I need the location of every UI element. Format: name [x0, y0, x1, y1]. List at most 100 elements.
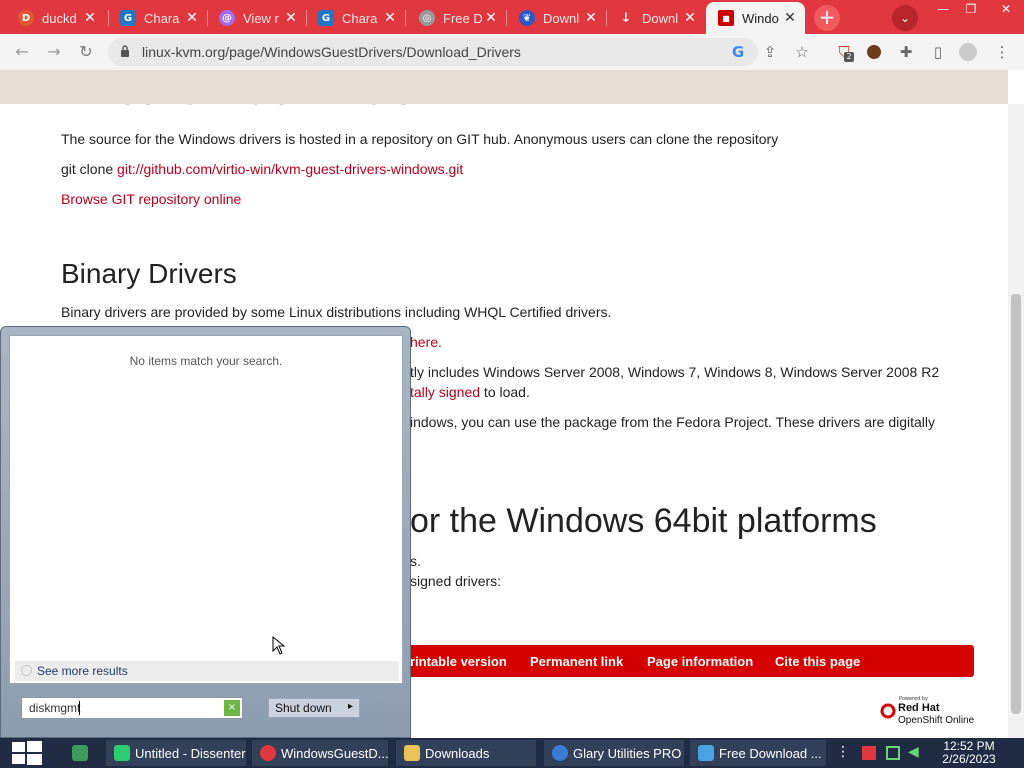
reload-button[interactable]: ↻ — [74, 41, 98, 63]
network-icon[interactable] — [886, 746, 900, 760]
tab-chara-1[interactable]: G Chara ✕ — [108, 2, 207, 34]
tab-duckduckgo[interactable]: D duckd ✕ — [6, 2, 105, 34]
close-tab-icon[interactable]: ✕ — [482, 10, 500, 26]
tab-title: Downl — [543, 10, 580, 26]
tab-strip: D duckd ✕ G Chara ✕ @ View r ✕ G Chara ✕… — [0, 0, 1024, 34]
paragraph-includes: tly includes Windows Server 2008, Window… — [410, 364, 940, 380]
google-icon[interactable]: G — [728, 42, 748, 62]
extension-badge: 2 — [844, 52, 854, 62]
tab-free-d[interactable]: ◎ Free D ✕ — [407, 2, 506, 34]
tab-windows-drivers[interactable]: ■ Windo ✕ — [706, 2, 805, 34]
close-tab-icon[interactable]: ✕ — [582, 10, 600, 26]
action-center-flag-icon[interactable] — [862, 746, 876, 760]
paragraph-signed: tally signed to load. — [410, 384, 530, 400]
taskbar-item-chrome[interactable]: WindowsGuestD... — [252, 740, 388, 766]
new-tab-button[interactable]: + — [814, 5, 840, 31]
permanent-link[interactable]: Permanent link — [530, 654, 623, 669]
scrollbar-thumb[interactable] — [1011, 294, 1021, 714]
redhat-text: Red Hat — [898, 702, 940, 714]
menu-kebab-icon[interactable]: ⋮ — [992, 42, 1012, 62]
page-icon: G — [120, 10, 136, 26]
taskbar-item-free-download[interactable]: Free Download ... — [690, 740, 826, 766]
show-desktop-icon[interactable] — [72, 740, 92, 766]
magnifier-icon — [21, 665, 32, 676]
taskbar-label: Untitled - Dissenter — [135, 745, 246, 761]
close-tab-icon[interactable]: ✕ — [81, 10, 99, 26]
taskbar: Untitled - Dissenter WindowsGuestD... Do… — [0, 738, 1024, 768]
download-manager-icon — [698, 745, 714, 761]
paragraph-binary: Binary drivers are provided by some Linu… — [61, 304, 612, 320]
close-tab-icon[interactable]: ✕ — [681, 10, 699, 26]
volume-icon[interactable]: ◀ — [908, 745, 922, 759]
see-more-results[interactable]: See more results — [15, 661, 399, 681]
browser-toolbar: ← → ↻ linux-kvm.org/page/WindowsGuestDri… — [0, 34, 1024, 70]
close-tab-icon[interactable]: ✕ — [183, 10, 201, 26]
text-caret — [79, 701, 80, 715]
shutdown-options-arrow-icon[interactable]: ▸ — [348, 701, 353, 712]
no-results-message: No items match your search. — [129, 354, 283, 368]
taskbar-item-downloads[interactable]: Downloads — [396, 740, 536, 766]
minimize-button[interactable]: — — [928, 0, 958, 20]
page-information-link[interactable]: Page information — [647, 654, 753, 669]
paragraph-git-clone: git clone git://github.com/virtio-win/kv… — [61, 161, 463, 177]
taskbar-item-dissenter[interactable]: Untitled - Dissenter — [106, 740, 246, 766]
tab-title: duckd — [42, 10, 77, 26]
digitally-signed-link[interactable]: tally signed — [410, 384, 480, 400]
bookmark-star-icon[interactable]: ☆ — [792, 42, 812, 62]
extension-face-icon[interactable] — [864, 42, 884, 62]
close-tab-icon[interactable]: ✕ — [781, 10, 799, 26]
clear-search-icon[interactable]: × — [224, 700, 240, 716]
footer-toolbox: rintable version Permanent link Page inf… — [400, 645, 974, 677]
desktop-icon — [72, 745, 88, 761]
lock-icon — [121, 45, 129, 57]
at-icon: @ — [219, 10, 235, 26]
close-window-button[interactable]: ✕ — [988, 0, 1024, 20]
tab-title: View r — [243, 10, 279, 26]
ublock-icon[interactable]: ⛉2 — [834, 42, 854, 62]
here-link[interactable]: here. — [410, 334, 442, 350]
tab-divider — [405, 10, 406, 26]
tab-chara-2[interactable]: G Chara ✕ — [306, 2, 405, 34]
profile-icon[interactable] — [958, 42, 978, 62]
tab-download-2[interactable]: ↓ Downl ✕ — [606, 2, 705, 34]
share-icon[interactable]: ⇪ — [760, 42, 780, 62]
puzzle-extensions-icon[interactable]: ✚ — [896, 42, 916, 62]
forward-button[interactable]: → — [42, 41, 66, 63]
tab-search-button[interactable]: ⌄ — [892, 5, 918, 31]
restore-button[interactable]: ❐ — [956, 0, 986, 20]
chrome-icon — [260, 745, 276, 761]
system-clock[interactable]: 12:52 PM 2/26/2023 — [938, 740, 1000, 766]
git-url-link[interactable]: git://github.com/virtio-win/kvm-guest-dr… — [117, 161, 463, 177]
side-panel-icon[interactable]: ▯ — [928, 42, 948, 62]
64bit-heading: or the Windows 64bit platforms — [410, 502, 877, 540]
page-scrollbar[interactable] — [1008, 104, 1024, 738]
tab-view[interactable]: @ View r ✕ — [207, 2, 306, 34]
taskbar-item-glary[interactable]: Glary Utilities PRO — [544, 740, 684, 766]
signed-suffix: to load. — [480, 384, 530, 400]
tray-overflow-icon[interactable]: ⋮ — [836, 745, 850, 759]
start-menu: No items match your search. See more res… — [0, 326, 411, 738]
close-tab-icon[interactable]: ✕ — [381, 10, 399, 26]
clock-date: 2/26/2023 — [942, 752, 996, 766]
globe-icon: ◎ — [419, 10, 435, 26]
windows-start-icon[interactable] — [8, 740, 46, 766]
shutdown-button[interactable]: Shut down ▸ — [268, 698, 360, 718]
openshift-icon — [880, 703, 896, 719]
browse-git-link[interactable]: Browse GIT repository online — [61, 191, 241, 207]
taskbar-label: Downloads — [425, 745, 490, 761]
taskbar-label: WindowsGuestD... — [281, 745, 388, 761]
tab-download-1[interactable]: ❦ Downl ✕ — [507, 2, 606, 34]
start-search-input[interactable]: diskmgmt × — [21, 697, 243, 719]
page-icon: G — [318, 10, 334, 26]
tab-title: Chara — [144, 10, 180, 26]
cite-this-page-link[interactable]: Cite this page — [775, 654, 860, 669]
download-icon: ↓ — [620, 10, 632, 26]
printable-version-link[interactable]: rintable version — [410, 654, 507, 669]
close-tab-icon[interactable]: ✕ — [282, 10, 300, 26]
search-value: diskmgmt — [29, 701, 81, 715]
address-bar[interactable]: linux-kvm.org/page/WindowsGuestDrivers/D… — [108, 38, 758, 66]
page-header-band — [0, 70, 1008, 104]
shutdown-label: Shut down — [275, 701, 332, 715]
back-button[interactable]: ← — [10, 41, 34, 63]
redhat-openshift-logo[interactable]: Powered by Red Hat OpenShift Online — [880, 696, 980, 728]
